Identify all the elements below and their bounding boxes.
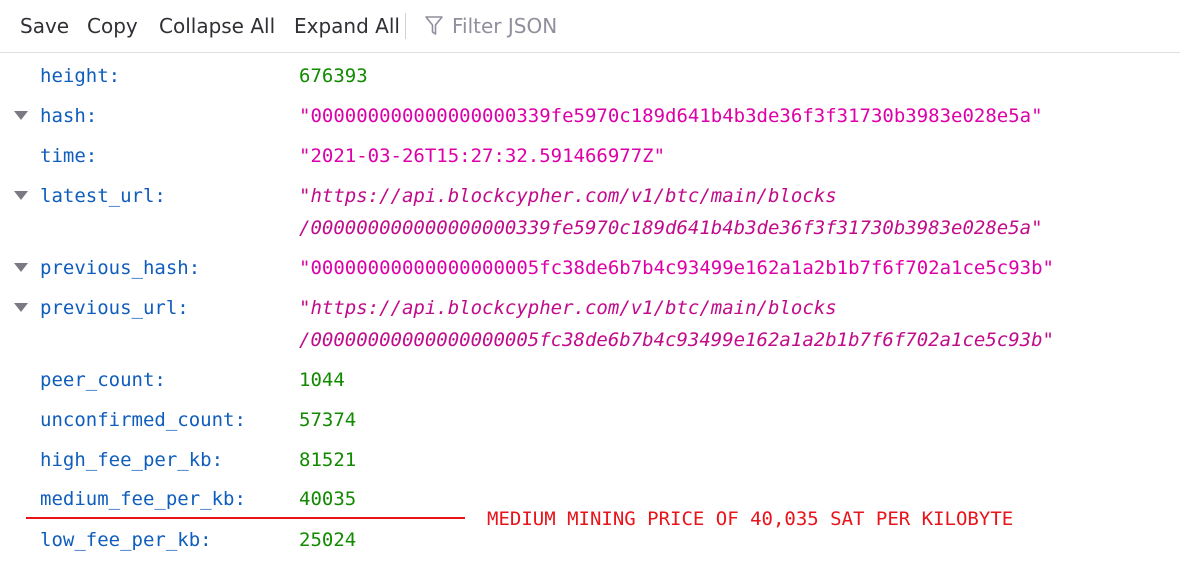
json-row-previous-url-cont: /00000000000000000005fc38de6b7b4c93499e1… bbox=[0, 320, 1180, 360]
json-url-value-line2[interactable]: /000000000000000000339fe5970c189d641b4b3… bbox=[299, 208, 1043, 248]
json-number-value: 676393 bbox=[299, 65, 368, 87]
annotation-underline bbox=[26, 517, 465, 519]
json-row-height: height: 676393 bbox=[0, 56, 1180, 96]
triangle-down-icon[interactable] bbox=[13, 190, 29, 202]
json-row-hash: hash: "000000000000000000339fe5970c189d6… bbox=[0, 96, 1180, 136]
collapse-all-button[interactable]: Collapse All bbox=[159, 12, 275, 40]
json-key: peer_count: bbox=[40, 369, 166, 391]
json-key: time: bbox=[40, 145, 98, 167]
json-number-value: 40035 bbox=[299, 488, 357, 510]
json-row-time: time: "2021-03-26T15:27:32.591466977Z" bbox=[0, 136, 1180, 176]
expand-all-button[interactable]: Expand All bbox=[294, 12, 400, 40]
json-string-value: "000000000000000000339fe5970c189d641b4b3… bbox=[299, 105, 1043, 127]
json-key: unconfirmed_count: bbox=[40, 409, 246, 431]
triangle-down-icon[interactable] bbox=[13, 110, 29, 122]
toolbar-divider bbox=[405, 13, 406, 39]
json-row-unconfirmed-count: unconfirmed_count: 57374 bbox=[0, 400, 1180, 440]
json-key: height: bbox=[40, 65, 121, 87]
json-key: hash: bbox=[40, 105, 98, 127]
json-row-latest-url-cont: /000000000000000000339fe5970c189d641b4b3… bbox=[0, 208, 1180, 248]
json-string-value: "00000000000000000005fc38de6b7b4c93499e1… bbox=[299, 257, 1054, 279]
json-row-peer-count: peer_count: 1044 bbox=[0, 360, 1180, 400]
json-key: low_fee_per_kb: bbox=[40, 529, 212, 551]
copy-button[interactable]: Copy bbox=[87, 12, 138, 40]
funnel-icon bbox=[425, 16, 443, 35]
json-string-value: "2021-03-26T15:27:32.591466977Z" bbox=[299, 145, 666, 167]
save-button[interactable]: Save bbox=[20, 12, 69, 40]
json-row-previous-hash: previous_hash: "00000000000000000005fc38… bbox=[0, 248, 1180, 288]
filter-json-input[interactable] bbox=[452, 12, 752, 40]
json-viewer-toolbar: Save Copy Collapse All Expand All bbox=[0, 0, 1180, 53]
json-number-value: 57374 bbox=[299, 409, 357, 431]
json-url-value-line2[interactable]: /00000000000000000005fc38de6b7b4c93499e1… bbox=[299, 320, 1054, 360]
json-key: previous_hash: bbox=[40, 257, 201, 279]
json-number-value: 81521 bbox=[299, 449, 357, 471]
json-key: high_fee_per_kb: bbox=[40, 449, 224, 471]
json-key: medium_fee_per_kb: bbox=[40, 488, 246, 510]
triangle-down-icon[interactable] bbox=[13, 262, 29, 274]
json-number-value: 25024 bbox=[299, 529, 357, 551]
annotation-text: MEDIUM MINING PRICE OF 40,035 SAT PER KI… bbox=[487, 508, 1014, 530]
json-number-value: 1044 bbox=[299, 369, 345, 391]
triangle-down-icon[interactable] bbox=[13, 302, 29, 314]
json-row-high-fee: high_fee_per_kb: 81521 bbox=[0, 440, 1180, 480]
